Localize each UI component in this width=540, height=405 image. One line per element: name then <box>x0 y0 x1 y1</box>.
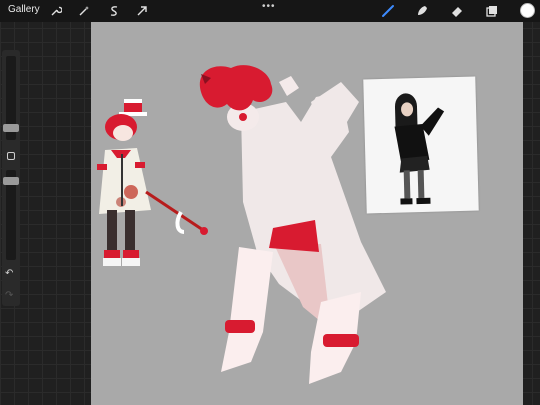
top-toolbar: Gallery ••• <box>0 0 540 22</box>
more-actions-button[interactable]: ••• <box>262 1 276 12</box>
photo-reference-image <box>363 76 479 214</box>
redo-button[interactable]: ↷ <box>5 290 13 301</box>
magic-wand-icon[interactable] <box>76 3 92 19</box>
wrench-icon[interactable] <box>48 3 64 19</box>
brush-size-thumb[interactable] <box>3 124 19 132</box>
layers-icon[interactable] <box>484 3 500 19</box>
undo-button[interactable]: ↶ <box>5 268 13 279</box>
side-toolbar: ↶ ↷ <box>2 50 20 306</box>
drawing-canvas[interactable] <box>91 22 523 405</box>
smudge-icon[interactable] <box>414 3 430 19</box>
gallery-button[interactable]: Gallery <box>8 4 40 15</box>
brush-icon[interactable] <box>380 3 396 19</box>
transform-arrow-icon[interactable] <box>134 3 150 19</box>
opacity-thumb[interactable] <box>3 177 19 185</box>
eraser-icon[interactable] <box>449 3 465 19</box>
modify-button[interactable] <box>7 152 15 160</box>
color-picker-button[interactable] <box>520 3 535 18</box>
selection-icon[interactable] <box>106 3 122 19</box>
